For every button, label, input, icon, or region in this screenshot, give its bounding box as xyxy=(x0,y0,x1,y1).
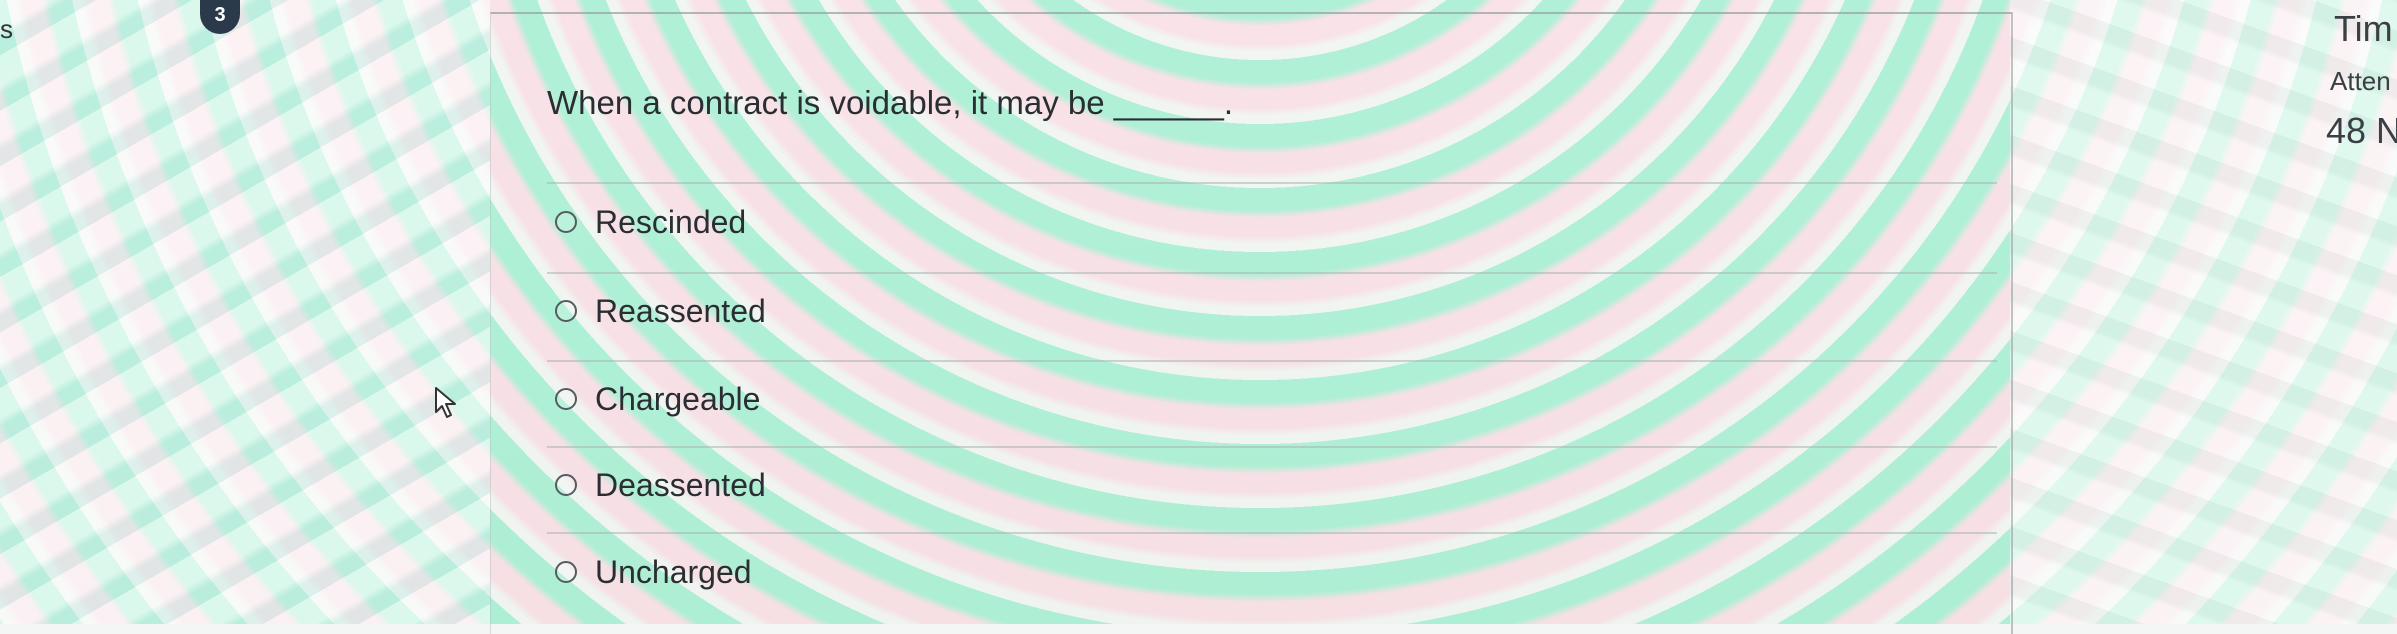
option-deassented[interactable]: Deassented xyxy=(555,465,766,505)
divider xyxy=(547,532,1997,534)
option-uncharged[interactable]: Uncharged xyxy=(555,552,752,592)
left-edge-text: s xyxy=(0,14,13,44)
time-remaining: 48 N xyxy=(2326,110,2397,151)
divider xyxy=(547,360,1997,362)
divider xyxy=(547,446,1997,448)
timer-title: Tim xyxy=(2334,8,2393,49)
radio-button[interactable] xyxy=(555,561,577,583)
radio-button[interactable] xyxy=(555,388,577,410)
option-rescinded[interactable]: Rescinded xyxy=(555,202,746,242)
option-chargeable[interactable]: Chargeable xyxy=(555,379,760,419)
divider xyxy=(547,182,1997,184)
option-reassented[interactable]: Reassented xyxy=(555,291,766,331)
option-label: Deassented xyxy=(595,466,766,503)
radio-button[interactable] xyxy=(555,211,577,233)
question-text: When a contract is voidable, it may be _… xyxy=(547,84,1234,121)
background-left xyxy=(0,0,490,624)
question-card: When a contract is voidable, it may be _… xyxy=(490,12,2013,634)
option-label: Rescinded xyxy=(595,203,747,240)
attempts-label: Atten xyxy=(2330,66,2391,96)
option-label: Reassented xyxy=(595,292,766,329)
divider xyxy=(547,272,1997,274)
radio-button[interactable] xyxy=(555,474,577,496)
radio-button[interactable] xyxy=(555,300,577,322)
option-label: Chargeable xyxy=(595,380,761,417)
mouse-pointer-icon xyxy=(435,387,456,418)
option-label: Uncharged xyxy=(595,553,752,590)
timer-panel: Tim Atten 48 N xyxy=(2290,0,2397,200)
